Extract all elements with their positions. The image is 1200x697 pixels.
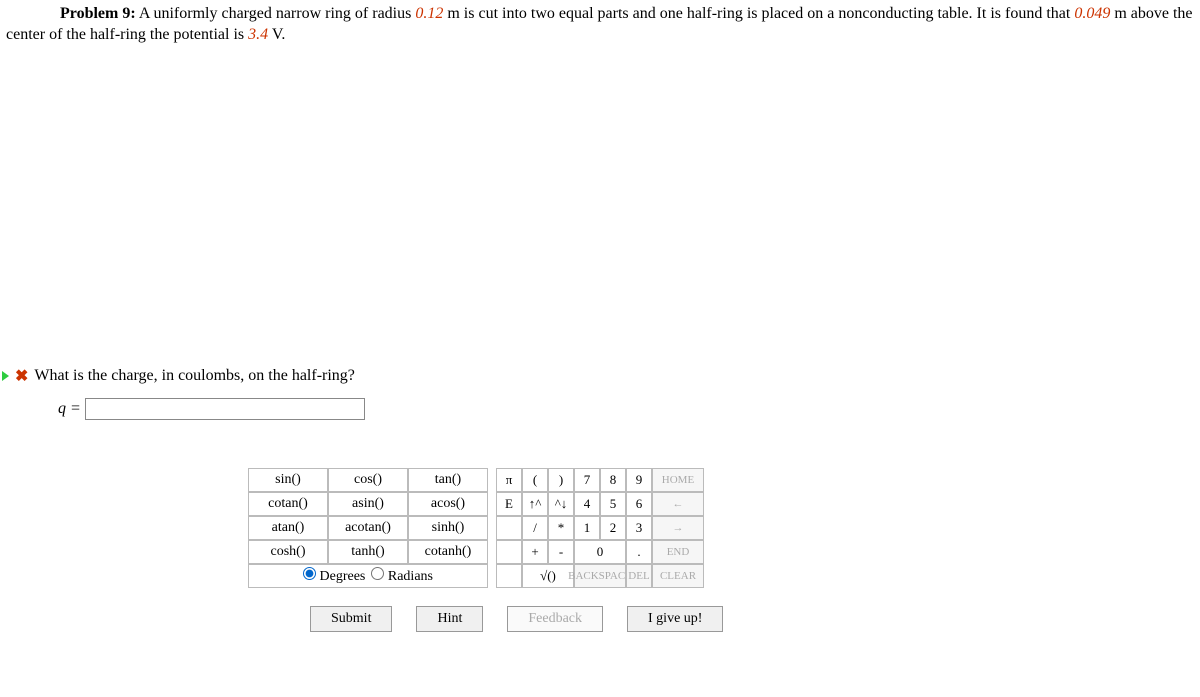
key-cotanh[interactable]: cotanh() — [408, 540, 488, 564]
key-star[interactable]: * — [548, 516, 574, 540]
key-blank3 — [496, 564, 522, 588]
key-cosh[interactable]: cosh() — [248, 540, 328, 564]
feedback-button[interactable]: Feedback — [507, 606, 603, 632]
key-acotan[interactable]: acotan() — [328, 516, 408, 540]
key-tan[interactable]: tan() — [408, 468, 488, 492]
problem-text-2: m is cut into two equal parts and one ha… — [443, 5, 1074, 22]
key-1[interactable]: 1 — [574, 516, 600, 540]
key-rparen[interactable]: ) — [548, 468, 574, 492]
key-3[interactable]: 3 — [626, 516, 652, 540]
key-2[interactable]: 2 — [600, 516, 626, 540]
hint-button[interactable]: Hint — [416, 606, 483, 632]
key-blank1 — [496, 516, 522, 540]
question-text: What is the charge, in coulombs, on the … — [34, 367, 355, 385]
expand-icon[interactable] — [2, 371, 9, 381]
problem-statement: Problem 9: A uniformly charged narrow ri… — [0, 0, 1200, 46]
key-home[interactable]: HOME — [652, 468, 704, 492]
function-keypad: sin() cos() tan() cotan() asin() acos() … — [248, 468, 488, 588]
problem-label: Problem 9: — [60, 5, 136, 22]
key-6[interactable]: 6 — [626, 492, 652, 516]
key-cursor-up[interactable]: ↑^ — [522, 492, 548, 516]
problem-text-4: V. — [268, 26, 285, 43]
question-row: ✖ What is the charge, in coulombs, on th… — [0, 366, 1200, 386]
angle-mode-row: Degrees Radians — [248, 564, 488, 588]
key-left[interactable]: ← — [652, 492, 704, 516]
mode-degrees-radio[interactable] — [303, 567, 316, 580]
answer-row: q = — [0, 398, 1200, 420]
action-buttons-row: Submit Hint Feedback I give up! — [310, 606, 1200, 632]
answer-prefix: q = — [58, 400, 81, 418]
key-cotan[interactable]: cotan() — [248, 492, 328, 516]
key-acos[interactable]: acos() — [408, 492, 488, 516]
key-7[interactable]: 7 — [574, 468, 600, 492]
key-sinh[interactable]: sinh() — [408, 516, 488, 540]
problem-text-1: A uniformly charged narrow ring of radiu… — [139, 5, 416, 22]
key-right[interactable]: → — [652, 516, 704, 540]
key-slash[interactable]: / — [522, 516, 548, 540]
key-dot[interactable]: . — [626, 540, 652, 564]
answer-input[interactable] — [85, 398, 365, 420]
mode-radians-radio[interactable] — [371, 567, 384, 580]
key-5[interactable]: 5 — [600, 492, 626, 516]
key-cos[interactable]: cos() — [328, 468, 408, 492]
incorrect-icon: ✖ — [15, 366, 28, 386]
key-sin[interactable]: sin() — [248, 468, 328, 492]
key-plus[interactable]: + — [522, 540, 548, 564]
mode-degrees-label[interactable]: Degrees — [303, 567, 365, 585]
key-pi[interactable]: π — [496, 468, 522, 492]
key-end[interactable]: END — [652, 540, 704, 564]
mode-radians-text: Radians — [388, 569, 433, 584]
key-0[interactable]: 0 — [574, 540, 626, 564]
key-tanh[interactable]: tanh() — [328, 540, 408, 564]
giveup-button[interactable]: I give up! — [627, 606, 723, 632]
key-sqrt[interactable]: √() — [522, 564, 574, 588]
value-potential: 3.4 — [248, 26, 268, 43]
key-atan[interactable]: atan() — [248, 516, 328, 540]
numeric-keypad: π ( ) 7 8 9 HOME E ↑^ ^↓ 4 5 6 ← / * 1 2… — [496, 468, 704, 588]
mode-degrees-text: Degrees — [320, 569, 366, 584]
mode-radians-label[interactable]: Radians — [371, 567, 433, 585]
calculator-panel: sin() cos() tan() cotan() asin() acos() … — [248, 468, 1200, 588]
value-height: 0.049 — [1074, 5, 1110, 22]
key-9[interactable]: 9 — [626, 468, 652, 492]
key-e[interactable]: E — [496, 492, 522, 516]
key-del[interactable]: DEL — [626, 564, 652, 588]
key-backspace[interactable]: BACKSPACE — [574, 564, 626, 588]
key-asin[interactable]: asin() — [328, 492, 408, 516]
key-cursor-down[interactable]: ^↓ — [548, 492, 574, 516]
value-radius: 0.12 — [415, 5, 443, 22]
key-blank2 — [496, 540, 522, 564]
key-minus[interactable]: - — [548, 540, 574, 564]
submit-button[interactable]: Submit — [310, 606, 392, 632]
key-clear[interactable]: CLEAR — [652, 564, 704, 588]
key-lparen[interactable]: ( — [522, 468, 548, 492]
key-4[interactable]: 4 — [574, 492, 600, 516]
key-8[interactable]: 8 — [600, 468, 626, 492]
